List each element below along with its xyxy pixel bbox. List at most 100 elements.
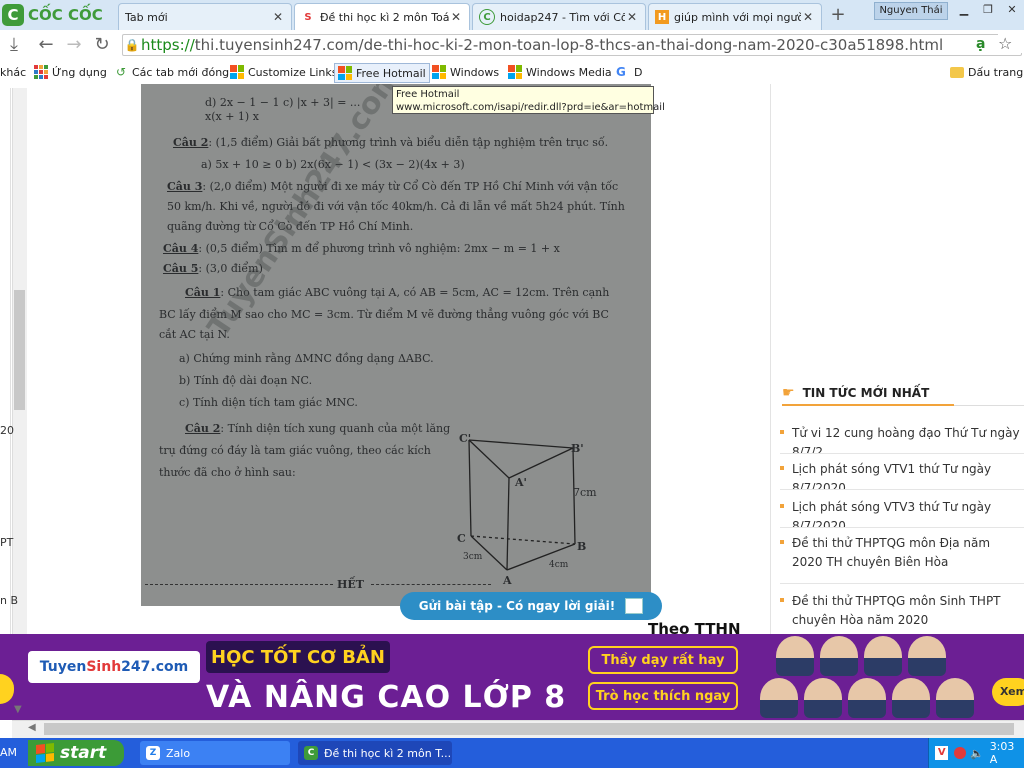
horizontal-scroll-thumb[interactable] bbox=[44, 723, 1014, 735]
prism-label: B bbox=[577, 540, 587, 553]
teacher-avatar bbox=[848, 678, 886, 718]
prism-label: A' bbox=[515, 476, 527, 489]
coccoc-favicon-icon: C bbox=[479, 9, 495, 25]
teacher-avatar bbox=[820, 636, 858, 676]
reload-icon[interactable]: ↻ bbox=[90, 34, 114, 56]
exam-line: b) Tính độ dài đoạn NC. bbox=[179, 374, 313, 387]
user-profile-button[interactable]: Nguyen Thái bbox=[874, 2, 948, 20]
forward-arrow-icon[interactable]: → bbox=[62, 34, 86, 56]
bookmark-google[interactable]: G D bbox=[616, 63, 642, 81]
latest-news-heading: ☛ TIN TỨC MỚI NHẤT bbox=[782, 385, 930, 401]
banner-pill: Trò học thích ngay bbox=[588, 682, 738, 710]
bookmark-customize-links[interactable]: Customize Links bbox=[230, 63, 338, 81]
browser-logo[interactable]: C CỐC CỐC bbox=[2, 2, 114, 28]
taskbar-item-zalo[interactable]: Z Zalo bbox=[140, 741, 290, 765]
close-icon[interactable]: ✕ bbox=[625, 10, 639, 24]
banner-cta-button[interactable]: Xem bbox=[992, 678, 1024, 706]
restore-icon[interactable]: ❐ bbox=[976, 2, 1000, 18]
tab-question[interactable]: H giúp mình với mọi người cầ ✕ bbox=[648, 3, 822, 30]
folder-icon bbox=[950, 66, 964, 78]
windows-flag-icon bbox=[432, 65, 446, 79]
exam-line: a) Chứng minh rằng ΔMNC đồng dạng ΔABC. bbox=[179, 352, 434, 365]
back-arrow-icon[interactable]: ← bbox=[34, 34, 58, 56]
vertical-scroll-thumb[interactable] bbox=[14, 290, 25, 410]
banner-brand-logo: Tuyen Sinh 247.com bbox=[28, 651, 200, 683]
prism-label: A bbox=[503, 574, 512, 587]
banner-left-tab bbox=[0, 674, 14, 704]
start-button[interactable]: start bbox=[28, 740, 124, 766]
teacher-photos bbox=[776, 636, 946, 676]
url-path: /de-thi-hoc-ki-2-mon-toan-lop-8-thcs-an-… bbox=[358, 36, 944, 54]
download-icon[interactable]: ⤓ bbox=[2, 34, 26, 56]
bookmark-apps[interactable]: Ứng dụng bbox=[34, 63, 107, 81]
bookmark-recent-tabs[interactable]: ↺ Các tab mới đóng bbox=[114, 63, 229, 81]
news-item[interactable]: Lịch phát sóng VTV1 thứ Tư ngày 8/7/2020 bbox=[780, 458, 1024, 490]
divider bbox=[371, 584, 491, 585]
windows-flag-icon bbox=[338, 66, 352, 80]
exam-photo: d) 2x − 1 − 1 c) |x + 3| = ... x(x + 1) … bbox=[141, 84, 651, 606]
prism-label: C bbox=[457, 532, 466, 545]
minimize-icon[interactable]: ▁ bbox=[952, 2, 976, 18]
coccoc-logo-icon: C bbox=[2, 4, 24, 26]
banner-subheadline: VÀ NÂNG CAO LỚP 8 bbox=[206, 680, 567, 715]
news-item[interactable]: Tử vi 12 cung hoàng đạo Thứ Tư ngày 8/7/… bbox=[780, 422, 1024, 454]
address-bar[interactable]: 🔒 https://thi.tuyensinh247.com/de-thi-ho… bbox=[122, 34, 1022, 56]
ad-banner[interactable]: Tuyen Sinh 247.com HỌC TỐT CƠ BẢN VÀ NÂNG … bbox=[0, 634, 1024, 720]
exam-line: x(x + 1) x bbox=[205, 110, 259, 123]
news-item[interactable]: Lịch phát sóng VTV3 thứ Tư ngày 8/7/2020 bbox=[780, 496, 1024, 528]
send-homework-button[interactable]: Gửi bài tập - Có ngay lời giải! bbox=[400, 592, 662, 620]
exam-question-label: Câu 1 bbox=[185, 286, 221, 299]
translate-icon[interactable]: ạ bbox=[976, 36, 996, 52]
tab-new-tab[interactable]: Tab mới ✕ bbox=[118, 3, 292, 30]
left-panel-edge bbox=[0, 88, 11, 718]
taskbar-item-browser[interactable]: C Đề thi học kì 2 môn T... bbox=[298, 741, 452, 765]
zalo-icon: Z bbox=[146, 746, 160, 760]
prism-label: 4cm bbox=[549, 560, 569, 570]
teacher-avatar bbox=[804, 678, 842, 718]
scroll-down-arrow-icon[interactable]: ▼ bbox=[14, 704, 22, 715]
coccoc-icon: C bbox=[304, 746, 318, 760]
bookmark-windows[interactable]: Windows bbox=[432, 63, 499, 81]
news-item[interactable]: Đề thi thử THPTQG môn Sinh THPT chuyên H… bbox=[780, 590, 1024, 634]
close-icon[interactable]: ✕ bbox=[449, 10, 463, 24]
banner-pill: Thầy dạy rất hay bbox=[588, 646, 738, 674]
address-toolbar: ⤓ ← → ↻ 🔒 https://thi.tuyensinh247.com/d… bbox=[0, 30, 1024, 61]
teacher-photos bbox=[760, 678, 974, 718]
bookmarks-bar: khác Ứng dụng ↺ Các tab mới đóng Customi… bbox=[0, 60, 1024, 85]
tab-hoidap247[interactable]: C hoidap247 - Tìm với Cốc C ✕ bbox=[472, 3, 646, 30]
exam-question-label: Câu 5 bbox=[163, 262, 199, 275]
clock: 3:03 A bbox=[989, 740, 1015, 766]
teacher-avatar bbox=[776, 636, 814, 676]
bookmark-free-hotmail[interactable]: Free Hotmail bbox=[334, 63, 430, 83]
lock-icon: 🔒 bbox=[124, 38, 140, 52]
bookmark-other[interactable]: khác bbox=[0, 63, 26, 81]
exam-line: d) 2x − 1 − 1 c) |x + 3| = ... bbox=[205, 96, 361, 109]
new-tab-button[interactable]: + bbox=[826, 4, 850, 26]
exam-line: thước đã cho ở hình sau: bbox=[159, 466, 296, 479]
close-icon[interactable]: ✕ bbox=[801, 10, 815, 24]
left-cut-text: PT bbox=[0, 536, 14, 549]
vietkey-icon[interactable]: V bbox=[935, 746, 949, 760]
notification-icon[interactable] bbox=[954, 747, 966, 759]
windows-flag-icon bbox=[230, 65, 244, 79]
heading-rule bbox=[954, 405, 1024, 406]
bookmark-folder[interactable]: Dấu trang k bbox=[950, 63, 1024, 81]
bookmark-windows-media[interactable]: Windows Media bbox=[508, 63, 612, 81]
close-icon[interactable]: ✕ bbox=[271, 10, 285, 24]
news-item[interactable]: Đề thi thử THPTQG môn Địa năm 2020 TH ch… bbox=[780, 532, 1024, 584]
tab-exam-page[interactable]: S Đề thi học kì 2 môn Toán l ✕ bbox=[294, 3, 470, 30]
scroll-left-arrow-icon[interactable]: ◀ bbox=[28, 722, 36, 733]
speaker-icon[interactable]: 🔈 bbox=[970, 747, 984, 760]
prism-label: 3cm bbox=[463, 552, 483, 562]
browser-brand: CỐC CỐC bbox=[28, 6, 103, 24]
prism-label: C' bbox=[459, 432, 472, 445]
star-icon[interactable]: ☆ bbox=[998, 34, 1022, 53]
sidebar-separator bbox=[770, 84, 771, 634]
left-cut-text: n B bbox=[0, 594, 19, 607]
url-scheme: https:// bbox=[141, 36, 195, 54]
teacher-avatar bbox=[892, 678, 930, 718]
teacher-avatar bbox=[760, 678, 798, 718]
close-window-icon[interactable]: ✕ bbox=[1000, 2, 1024, 18]
apps-grid-icon bbox=[34, 65, 48, 79]
teacher-avatar bbox=[908, 636, 946, 676]
